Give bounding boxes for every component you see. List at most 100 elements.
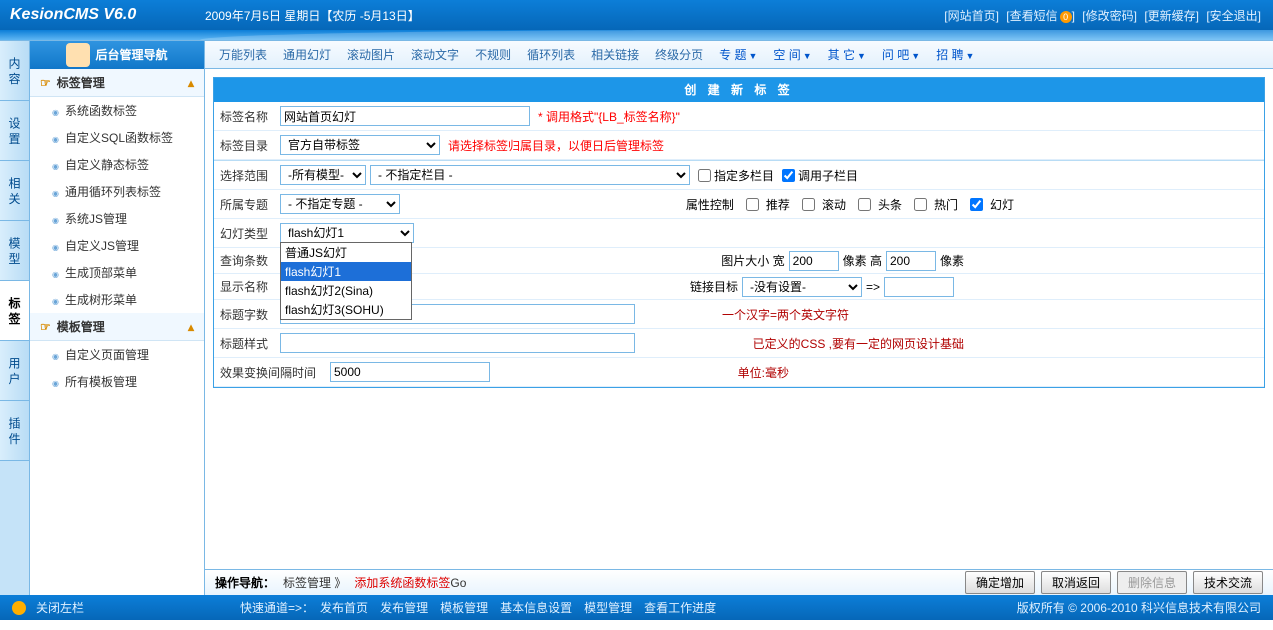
crumb-add[interactable]: 添加系统函数标签Go [354, 574, 466, 591]
btn-cancel[interactable]: 取消返回 [1041, 571, 1111, 594]
sidebar-item[interactable]: 生成顶部菜单 [30, 259, 204, 286]
btn-delete[interactable]: 删除信息 [1117, 571, 1187, 594]
chevron-down-icon: ▼ [966, 51, 975, 61]
sidebar-item[interactable]: 自定义SQL函数标签 [30, 124, 204, 151]
label-query: 查询条数 [220, 252, 280, 269]
panel-title: 创 建 新 标 签 [214, 78, 1264, 102]
chk-multi[interactable] [698, 169, 711, 182]
link-password[interactable]: [修改密码] [1082, 9, 1137, 23]
type-option[interactable]: flash幻灯3(SOHU) [281, 300, 411, 319]
quick-link[interactable]: 发布首页 [320, 599, 368, 616]
sms-badge-icon: 0 [1060, 11, 1072, 23]
link-sms[interactable]: [查看短信0] [1006, 9, 1075, 23]
arrow-up-icon: ▴ [188, 76, 194, 90]
label-dir: 标签目录 [220, 137, 280, 154]
sidebar-item[interactable]: 系统函数标签 [30, 97, 204, 124]
tab-dd[interactable]: 招 聘▼ [930, 42, 980, 67]
quick-link[interactable]: 模板管理 [440, 599, 488, 616]
vtab-settings[interactable]: 设 置 [0, 101, 29, 161]
type-option[interactable]: 普通JS幻灯 [281, 243, 411, 262]
chevron-down-icon: ▼ [857, 51, 866, 61]
chk-attr[interactable] [858, 198, 871, 211]
label-disp: 显示名称 [220, 278, 280, 295]
tab[interactable]: 滚动文字 [405, 42, 465, 67]
input-style[interactable] [280, 333, 635, 353]
avatar-icon [66, 43, 90, 67]
select-dir[interactable]: 官方自带标签 [280, 135, 440, 155]
tab[interactable]: 不规则 [469, 42, 517, 67]
sidebar-group-tags[interactable]: ☞ 标签管理 ▴ [30, 69, 204, 97]
btn-tech[interactable]: 技术交流 [1193, 571, 1263, 594]
tab[interactable]: 相关链接 [585, 42, 645, 67]
label-topic: 所属专题 [220, 196, 280, 213]
sidebar-item[interactable]: 生成树形菜单 [30, 286, 204, 313]
select-topic[interactable]: - 不指定专题 - [280, 194, 400, 214]
vtab-related[interactable]: 相 关 [0, 161, 29, 221]
link-cache[interactable]: [更新缓存] [1144, 9, 1199, 23]
sidebar-item[interactable]: 所有模板管理 [30, 368, 204, 395]
sidebar-item[interactable]: 自定义JS管理 [30, 232, 204, 259]
vtab-tags[interactable]: 标 签 [0, 281, 29, 341]
vtab-plugin[interactable]: 插 件 [0, 401, 29, 461]
type-option[interactable]: flash幻灯2(Sina) [281, 281, 411, 300]
sidebar-item[interactable]: 自定义静态标签 [30, 151, 204, 178]
decor-swoosh [0, 30, 1273, 40]
type-option[interactable]: flash幻灯1 [281, 262, 411, 281]
collapse-icon[interactable] [12, 601, 26, 615]
tab[interactable]: 终级分页 [649, 42, 709, 67]
top-bar: KesionCMS V6.0 2009年7月5日 星期日【农历 -5月13日】 … [0, 0, 1273, 30]
type-dropdown-list: 普通JS幻灯 flash幻灯1 flash幻灯2(Sina) flash幻灯3(… [280, 242, 412, 320]
footer-close-sidebar[interactable]: 关闭左栏 [36, 599, 84, 616]
select-model[interactable]: -所有模型- [280, 165, 366, 185]
date-display: 2009年7月5日 星期日【农历 -5月13日】 [205, 7, 420, 24]
tab-dd[interactable]: 其 它▼ [822, 42, 872, 67]
link-home[interactable]: [网站首页] [944, 9, 999, 23]
sidebar-item[interactable]: 自定义页面管理 [30, 341, 204, 368]
label-name: 标签名称 [220, 108, 280, 125]
hint-dir: 请选择标签归属目录，以便日后管理标签 [448, 137, 664, 154]
tab-dd[interactable]: 空 间▼ [767, 42, 817, 67]
chk-attr[interactable] [802, 198, 815, 211]
vtab-content[interactable]: 内 容 [0, 41, 29, 101]
crumb-label: 操作导航： [215, 574, 275, 591]
tab[interactable]: 通用幻灯 [277, 42, 337, 67]
select-column[interactable]: - 不指定栏目 - [370, 165, 690, 185]
vtab-user[interactable]: 用 户 [0, 341, 29, 401]
copyright: 版权所有 © 2006-2010 科兴信息技术有限公司 [1017, 599, 1261, 616]
select-type[interactable]: flash幻灯1 [280, 223, 414, 243]
tab-bar: 万能列表 通用幻灯 滚动图片 滚动文字 不规则 循环列表 相关链接 终级分页 专… [205, 41, 1273, 69]
label-attr: 属性控制 [686, 196, 734, 213]
crumb-link[interactable]: 标签管理 》 [283, 574, 346, 591]
chk-sub[interactable] [782, 169, 795, 182]
link-exit[interactable]: [安全退出] [1206, 9, 1261, 23]
label-titlen: 标题字数 [220, 306, 280, 323]
select-link[interactable]: -没有设置- [742, 277, 862, 297]
btn-submit[interactable]: 确定增加 [965, 571, 1035, 594]
chk-attr[interactable] [914, 198, 927, 211]
sidebar-item[interactable]: 系统JS管理 [30, 205, 204, 232]
sidebar-group-templates[interactable]: ☞ 模板管理 ▴ [30, 313, 204, 341]
input-width[interactable] [789, 251, 839, 271]
quick-link[interactable]: 模型管理 [584, 599, 632, 616]
sidebar-item[interactable]: 通用循环列表标签 [30, 178, 204, 205]
tab-dd[interactable]: 专 题▼ [713, 42, 763, 67]
top-links: [网站首页] [查看短信0] [修改密码] [更新缓存] [安全退出] [942, 7, 1263, 24]
chevron-down-icon: ▼ [803, 51, 812, 61]
tab[interactable]: 循环列表 [521, 42, 581, 67]
tab-dd[interactable]: 问 吧▼ [876, 42, 926, 67]
quick-link[interactable]: 基本信息设置 [500, 599, 572, 616]
quick-link[interactable]: 发布管理 [380, 599, 428, 616]
chk-attr[interactable] [970, 198, 983, 211]
input-interval[interactable] [330, 362, 490, 382]
arrow-up-icon: ▴ [188, 320, 194, 334]
vtab-model[interactable]: 模 型 [0, 221, 29, 281]
tab[interactable]: 滚动图片 [341, 42, 401, 67]
quick-link[interactable]: 查看工作进度 [644, 599, 716, 616]
input-name[interactable] [280, 106, 530, 126]
input-height[interactable] [886, 251, 936, 271]
tab[interactable]: 万能列表 [213, 42, 273, 67]
hand-icon: ☞ [40, 320, 51, 334]
input-link-extra[interactable] [884, 277, 954, 297]
chk-attr[interactable] [746, 198, 759, 211]
label-style: 标题样式 [220, 335, 280, 352]
